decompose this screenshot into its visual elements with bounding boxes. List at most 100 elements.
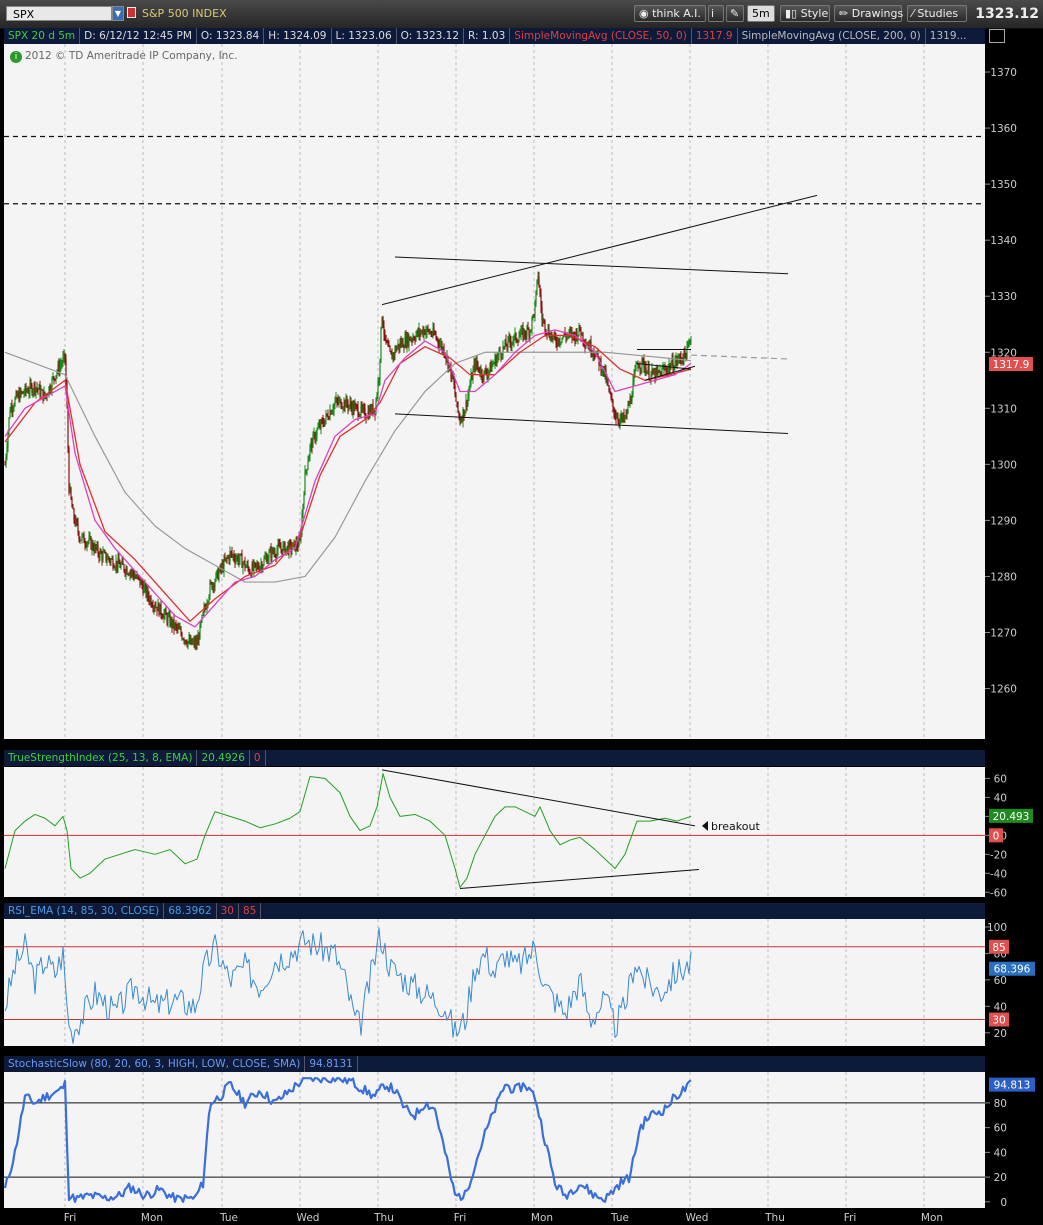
candle-body [478,367,480,372]
candle-body [511,342,513,346]
candle-body [624,417,626,420]
x-tick-label: Mon [531,1212,553,1224]
candle-body [415,334,417,341]
candle-body [202,611,204,616]
candle-body [309,445,311,456]
candle-body [357,406,359,416]
candle-body [524,329,526,335]
candle-body [527,327,529,330]
candle-body [262,564,264,570]
candle-body [648,366,650,380]
candle-body [238,559,240,563]
x-tick-label: Tue [219,1212,238,1224]
candle-body [245,566,247,568]
candle-body [71,498,73,508]
x-tick-label: Tue [610,1212,629,1224]
candle-body [579,325,581,331]
candle-body [507,337,509,348]
candle-body [72,507,74,510]
breakout-arrow-icon [702,820,708,831]
candle-body [402,340,404,348]
trendline [381,194,818,306]
y-tick-label: 1290 [990,515,1017,527]
candle-body [4,464,6,466]
candle-body [315,436,317,440]
candle-body [25,385,27,391]
candle-body [488,370,490,373]
candle-body [30,382,32,386]
candle-body [165,610,167,615]
stoch-y-tick-label: 20 [994,1172,1007,1184]
candle-body [359,414,361,417]
candle-body [247,564,249,569]
candle-body [382,316,384,327]
candle-body [672,358,674,370]
candle-body [346,397,348,405]
candle-body [512,340,514,343]
trendline [394,413,789,435]
candle-body [64,353,66,359]
candle-body [640,367,642,370]
candle-body [493,362,495,365]
candle-body [464,411,466,416]
rsi-line [4,927,692,1044]
y-tick-label: 1270 [990,628,1017,640]
candle-body [642,358,644,360]
y-tick-label: 1280 [990,571,1017,583]
candle-body [77,523,79,532]
x-tick-label: Thu [373,1212,394,1224]
candle-body [80,539,82,541]
candle-body [342,407,344,409]
candle-body [519,335,521,338]
candle-body [302,504,304,516]
candle-body [70,487,72,499]
candle-body [306,469,308,471]
candle-body [673,368,675,370]
candle-body [543,319,545,321]
candle-body [420,332,422,335]
rsi-y-tick-label: 60 [994,975,1007,987]
candle-body [590,341,592,354]
candle-body [322,420,324,424]
tsi-y-tick-label: 60 [994,773,1007,785]
sma200-projection [690,354,789,360]
tsi-y-tick-label: -60 [990,887,1007,899]
candle-body [83,533,85,543]
candle-body [180,628,182,635]
candle-body [534,303,536,316]
candle-body [390,350,392,355]
candle-body [687,345,689,347]
candle-body [55,375,57,380]
candle-body [100,551,102,554]
candle-body [92,542,94,549]
candle-body [380,327,382,360]
rsi-value-badge-text: 68.396 [994,964,1031,976]
candle-body [492,364,494,366]
candle-body [122,560,124,565]
candle-body [348,405,350,409]
candle-body [12,408,14,411]
tsi-trendline [381,769,696,827]
candle-body [338,400,340,404]
candle-body [387,342,389,347]
candle-body [646,371,648,374]
candle-body [28,392,30,394]
last-price-badge-text: 1317.9 [993,359,1030,371]
candle-body [112,558,114,568]
candle-body [282,545,284,554]
candle-body [235,558,237,562]
candle-body [304,470,306,496]
candle-body [327,415,329,419]
candle-body [208,596,210,602]
candle-body [505,340,507,347]
candle-body [231,552,233,556]
candle-body [143,586,145,594]
candle-body [536,279,538,292]
candle-body [509,337,511,342]
trendline [394,256,789,275]
candle-body [233,554,235,559]
candle-body [457,402,459,412]
candle-body [305,470,307,472]
candle-body [36,387,38,389]
candle-body [81,535,83,540]
